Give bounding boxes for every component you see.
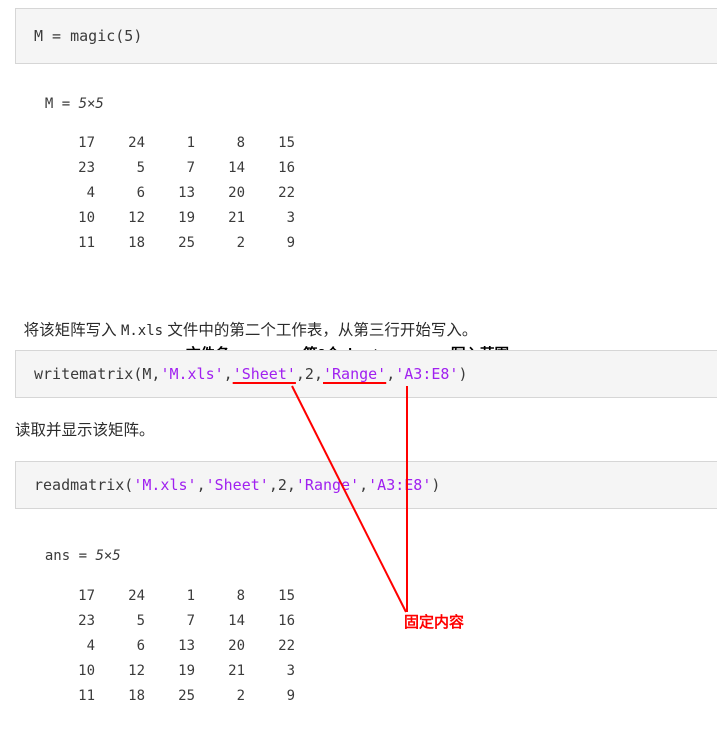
table-row: 17 24 1 8 15 [45,130,295,155]
code-arg-sheet: 'Sheet' [232,365,296,383]
table-row: 11 18 25 2 9 [45,230,295,255]
code-comma-2: ,2, [295,365,323,383]
matrix-cell: 20 [228,637,245,654]
matrix-cell: 3 [286,662,295,679]
matrix-cell: 7 [186,159,195,176]
matrix-cell: 6 [136,184,145,201]
code-arg-sheet-read: 'Sheet' [205,476,269,494]
matrix-cell: 22 [278,184,295,201]
code-block-magic[interactable]: M = magic(5) [15,8,717,64]
matrix-cell: 15 [278,134,295,151]
annotation-label-fixed-content: 固定内容 [404,614,465,631]
matrix-cell: 25 [178,234,195,251]
output-var-line-m: M = 5×5 [28,80,104,112]
matrix-cell: 14 [228,159,245,176]
matrix-cell: 9 [286,234,295,251]
matrix-cell: 22 [278,637,295,654]
matrix-cell: 11 [78,234,95,251]
matrix-cell: 21 [228,209,245,226]
output-var-size-ans: 5×5 [95,548,121,564]
code-text-readmatrix: readmatrix('M.xls','Sheet',2,'Range','A3… [34,476,440,494]
matrix-output-m: 17 24 1 8 15 23 5 7 14 16 4 6 13 20 22 1… [45,130,295,255]
matrix-cell: 18 [128,234,145,251]
matrix-cell: 1 [186,587,195,604]
matrix-output-ans: 17 24 1 8 15 23 5 7 14 16 4 6 13 20 22 1… [45,583,295,708]
matrix-cell: 18 [128,687,145,704]
code-arg-range-read: 'Range' [295,476,360,494]
matrix-cell: 5 [136,159,145,176]
code-fn-writematrix: writematrix(M, [34,365,161,383]
matrix-cell: 24 [128,134,145,151]
table-row: 17 24 1 8 15 [45,583,295,608]
matrix-cell: 17 [78,134,95,151]
code-text-magic: M = magic(5) [34,27,143,45]
matrix-cell: 16 [278,159,295,176]
matrix-cell: 23 [78,159,95,176]
matrix-cell: 5 [136,612,145,629]
table-row: 11 18 25 2 9 [45,683,295,708]
matrix-cell: 2 [236,234,245,251]
matrix-cell: 1 [186,134,195,151]
matrix-cell: 7 [186,612,195,629]
prose-write-part1: 将该矩阵写入 [23,322,121,339]
matrix-cell: 12 [128,662,145,679]
table-row: 23 5 7 14 16 [45,608,295,633]
matrix-cell: 14 [228,612,245,629]
matrix-cell: 16 [278,612,295,629]
matrix-cell: 4 [86,184,95,201]
output-var-name-ans: ans = [44,548,96,564]
table-row: 4 6 13 20 22 [45,633,295,658]
matrix-cell: 20 [228,184,245,201]
matrix-cell: 21 [228,662,245,679]
code-comma-1: , [223,365,233,383]
matrix-cell: 8 [236,587,245,604]
matrix-cell: 10 [78,662,95,679]
table-row: 10 12 19 21 3 [45,658,295,683]
matrix-cell: 4 [86,637,95,654]
code-arg-a3e8-read: 'A3:E8' [368,476,432,494]
code-arg-file: 'M.xls' [160,365,224,383]
matrix-cell: 19 [178,662,195,679]
prose-write-instruction: 将该矩阵写入 M.xls 文件中的第二个工作表，从第三行开始写入。 [15,300,478,340]
matrix-cell: 25 [178,687,195,704]
matrix-cell: 13 [178,637,195,654]
matrix-cell: 8 [236,134,245,151]
matrix-cell: 2 [236,687,245,704]
table-row: 23 5 7 14 16 [45,155,295,180]
prose-write-filename: M.xls [120,323,164,339]
code-arg-range: 'Range' [323,365,387,383]
code-closeparen: ) [458,365,468,383]
matrix-cell: 9 [286,687,295,704]
matrix-cell: 10 [78,209,95,226]
code-comma-1-read: , [196,476,206,494]
code-arg-a3e8: 'A3:E8' [395,365,459,383]
table-row: 4 6 13 20 22 [45,180,295,205]
matrix-cell: 6 [136,637,145,654]
matrix-cell: 11 [78,687,95,704]
matrix-cell: 24 [128,587,145,604]
matrix-cell: 17 [78,587,95,604]
output-var-size-m: 5×5 [78,96,104,112]
code-text-writematrix: writematrix(M,'M.xls','Sheet',2,'Range',… [34,365,468,383]
code-block-readmatrix[interactable]: readmatrix('M.xls','Sheet',2,'Range','A3… [15,461,717,509]
matrix-cell: 12 [128,209,145,226]
table-row: 10 12 19 21 3 [45,205,295,230]
code-closeparen-read: ) [431,476,441,494]
code-comma-2-read: ,2, [268,476,296,494]
code-block-writematrix[interactable]: writematrix(M,'M.xls','Sheet',2,'Range',… [15,350,717,398]
output-var-name-m: M = [44,96,79,112]
output-var-line-ans: ans = 5×5 [28,532,121,564]
matrix-cell: 23 [78,612,95,629]
code-fn-readmatrix: readmatrix( [34,476,134,494]
matrix-cell: 19 [178,209,195,226]
matrix-cell: 15 [278,587,295,604]
prose-read-instruction: 读取并显示该矩阵。 [15,422,155,439]
code-comma-3-read: , [359,476,369,494]
matrix-cell: 13 [178,184,195,201]
prose-write-part2: 文件中的第二个工作表，从第三行开始写入。 [163,322,478,339]
code-comma-3: , [386,365,396,383]
code-arg-file-read: 'M.xls' [133,476,197,494]
matrix-cell: 3 [286,209,295,226]
